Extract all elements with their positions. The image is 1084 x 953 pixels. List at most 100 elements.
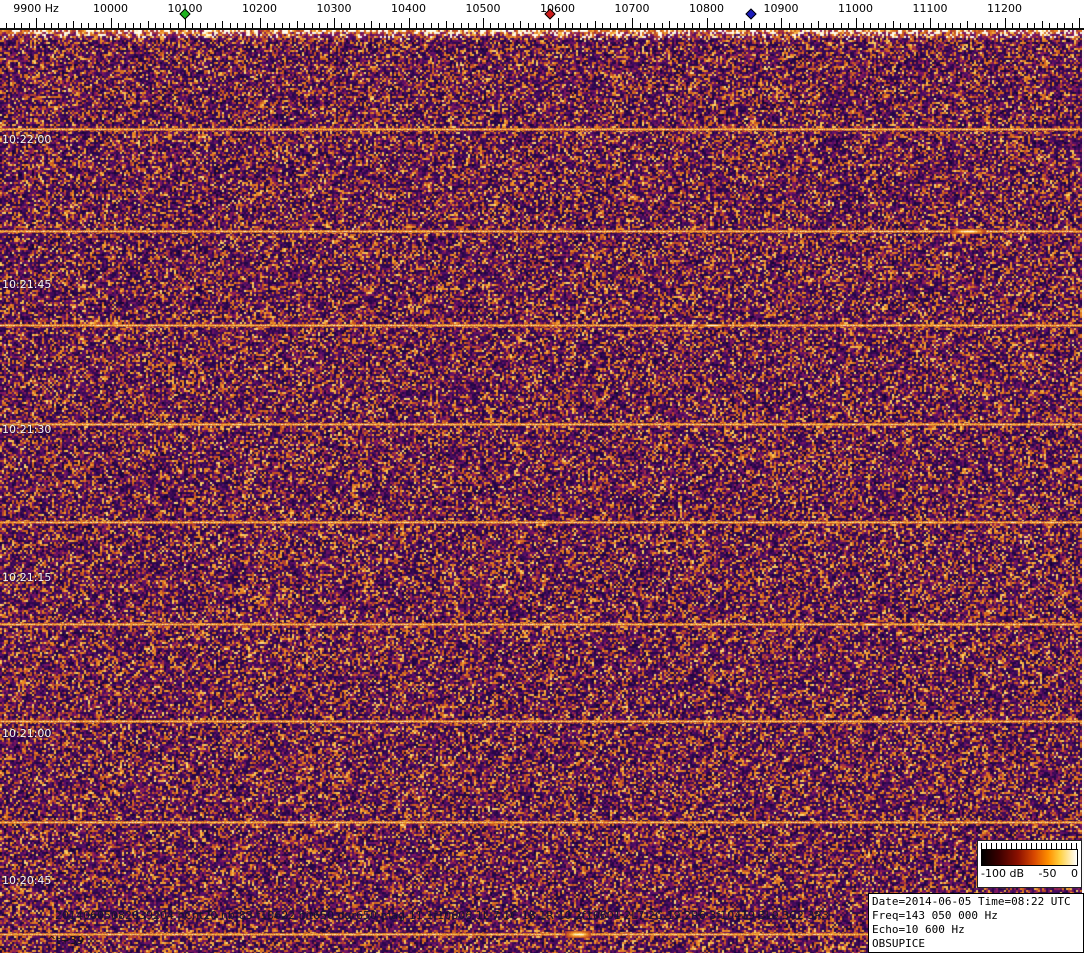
ruler-tick (80, 23, 82, 28)
ruler-tick (907, 23, 909, 28)
ruler-tick (319, 23, 321, 28)
ruler-tick (363, 23, 365, 28)
ruler-tick (43, 23, 45, 28)
ruler-tick (378, 23, 380, 28)
ruler-tick (408, 18, 410, 28)
ruler-tick (88, 23, 90, 28)
ruler-tick (1041, 21, 1043, 28)
ruler-tick (579, 23, 581, 28)
ruler-tick (229, 23, 231, 28)
ruler-tick (393, 23, 395, 28)
ruler-tick (944, 23, 946, 28)
ruler-tick (639, 23, 641, 28)
meteor-radio-spectrogram-app: 9900 Hz100001010010200103001040010500106… (0, 0, 1084, 953)
ruler-tick (170, 23, 172, 28)
ruler-tick (259, 18, 261, 28)
ruler-tick (1019, 23, 1021, 28)
ruler-tick (214, 23, 216, 28)
ruler-tick (520, 21, 522, 28)
ruler-tick (1064, 23, 1066, 28)
legend-labels: -100 dB -50 0 (980, 866, 1079, 880)
ruler-tick (438, 23, 440, 28)
ruler-tick (699, 23, 700, 28)
ruler-tick (155, 23, 157, 28)
ruler-tick (311, 23, 313, 28)
detection-status-line: 20140605082039204 hCnt20 nb-83 f10622 hi… (55, 909, 830, 922)
ruler-tick (252, 23, 254, 28)
ruler-tick (199, 23, 201, 28)
db-scale-legend: -100 dB -50 0 (977, 840, 1082, 888)
ruler-frequency-label: 10200 (242, 2, 277, 15)
ruler-tick (825, 23, 827, 28)
ruler-tick (974, 23, 976, 28)
ruler-tick (222, 21, 224, 28)
ruler-frequency-label: 11100 (912, 2, 948, 15)
ruler-tick (326, 23, 328, 28)
ruler-tick (795, 23, 797, 28)
ruler-tick (1049, 23, 1051, 28)
ruler-tick (602, 23, 604, 28)
ruler-frequency-label: 11200 (987, 2, 1022, 15)
ruler-frequency-label: 10800 (689, 2, 724, 15)
observation-info-box: Date=2014-06-05 Time=08:22 UTC Freq=143 … (868, 893, 1084, 953)
spectrogram-canvas[interactable] (0, 30, 1084, 953)
ruler-tick (415, 23, 417, 28)
ruler-tick (274, 23, 276, 28)
ruler-tick (788, 23, 790, 28)
ruler-tick (833, 23, 835, 28)
ruler-tick (885, 23, 887, 28)
ruler-tick (654, 23, 656, 28)
blue-diamond-marker-icon[interactable] (745, 8, 757, 20)
ruler-tick (803, 23, 805, 28)
ruler-tick (475, 23, 477, 28)
ruler-tick (356, 23, 358, 28)
ruler-tick (721, 23, 723, 28)
ruler-tick (706, 18, 708, 28)
legend-gradient (981, 849, 1078, 866)
ruler-tick (512, 23, 514, 28)
ruler-tick (728, 23, 730, 28)
ruler-tick (103, 23, 104, 28)
ruler-tick (334, 18, 335, 28)
ruler-tick (192, 23, 194, 28)
ruler-tick (542, 23, 544, 28)
ruler-tick (810, 23, 812, 28)
ruler-tick (1034, 23, 1036, 28)
ruler-tick (743, 21, 745, 28)
ruler-tick (237, 23, 239, 28)
legend-max-label: 0 (1071, 867, 1078, 880)
ruler-tick (922, 23, 924, 28)
ruler-tick (505, 23, 507, 28)
legend-mid-label: -50 (1038, 867, 1057, 880)
ruler-tick (341, 23, 343, 28)
ruler-tick (669, 21, 671, 28)
cursor-readout: ^t+39 (47, 934, 84, 947)
ruler-tick (736, 23, 738, 28)
ruler-tick (401, 23, 403, 28)
ruler-frequency-label: 9900 Hz (13, 2, 59, 15)
ruler-tick (177, 23, 179, 28)
ruler-frequency-label: 10400 (391, 2, 426, 15)
ruler-tick (587, 23, 589, 28)
ruler-tick (207, 23, 209, 28)
legend-min-label: -100 dB (981, 867, 1024, 880)
ruler-tick (36, 18, 37, 28)
ruler-tick (565, 23, 566, 28)
ruler-tick (490, 23, 492, 28)
ruler-frequency-label: 10700 (614, 2, 650, 15)
ruler-tick (483, 18, 484, 28)
ruler-tick (870, 23, 872, 28)
ruler-tick (13, 23, 15, 28)
ruler-tick (751, 23, 753, 28)
ruler-tick (110, 18, 112, 28)
ruler-tick (661, 23, 663, 28)
ruler-tick (6, 23, 8, 28)
ruler-tick (848, 23, 849, 28)
ruler-tick (125, 23, 127, 28)
ruler-tick (646, 23, 648, 28)
ruler-tick (430, 23, 432, 28)
ruler-tick (50, 23, 52, 28)
ruler-tick (997, 23, 998, 28)
ruler-tick (892, 21, 894, 28)
ruler-tick (937, 23, 939, 28)
